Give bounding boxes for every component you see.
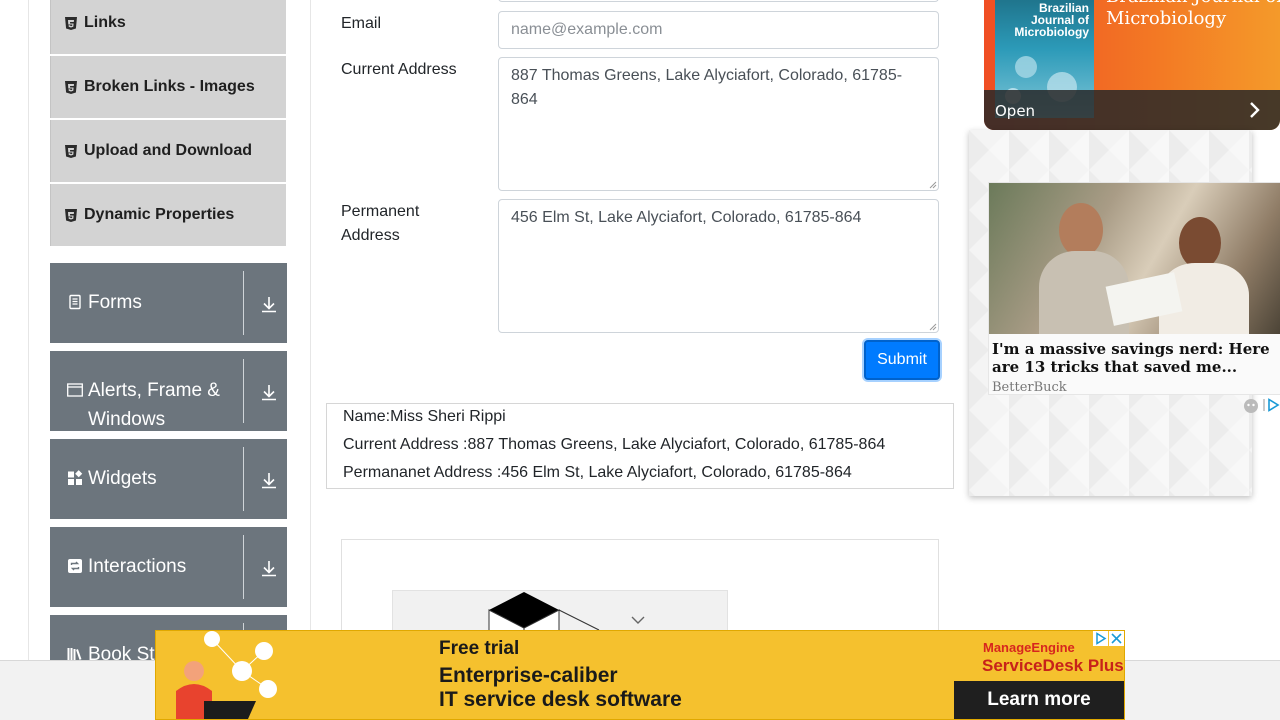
html5-icon xyxy=(65,16,77,30)
ad-close-icon[interactable] xyxy=(1109,631,1124,646)
current-address-label: Current Address xyxy=(341,61,457,78)
sidebar-group-interactions[interactable]: Interactions xyxy=(50,527,287,607)
sidebar-item-label: Upload and Download xyxy=(84,142,252,159)
interactions-icon xyxy=(67,558,83,574)
ad-choices-face-icon[interactable] xyxy=(1243,398,1259,414)
sidebar-item-broken-links[interactable]: Broken Links - Images xyxy=(50,56,286,118)
chevron-down-icon[interactable] xyxy=(631,615,645,625)
journal-ad[interactable]: Brazilian Journal of Microbiology Brazil… xyxy=(984,0,1280,130)
sidebar-item-links[interactable]: Links xyxy=(50,0,286,54)
permanent-address-label: Permanent Address xyxy=(341,203,420,244)
sidebar-item-label: Dynamic Properties xyxy=(84,206,235,223)
banner-illustration xyxy=(176,631,277,719)
resize-grip-icon[interactable] xyxy=(929,181,937,189)
resize-grip-icon[interactable] xyxy=(929,323,937,331)
html5-icon xyxy=(65,144,77,158)
output-name: Name:Miss Sheri Rippi xyxy=(343,408,506,425)
banner-line-1: Free trial xyxy=(439,638,520,659)
ad-choices-icon[interactable] xyxy=(1263,398,1280,412)
ad-info-icon[interactable] xyxy=(1093,631,1108,646)
journal-open-bar[interactable]: Open xyxy=(984,90,1280,130)
sidebar-item-dynamic-properties[interactable]: Dynamic Properties xyxy=(50,184,286,246)
submit-button[interactable]: Submit xyxy=(864,340,940,380)
window-icon xyxy=(67,382,83,398)
group-divider xyxy=(243,447,244,511)
article-photo xyxy=(989,183,1280,334)
group-divider xyxy=(243,271,244,335)
article-source: BetterBuck xyxy=(992,380,1067,395)
banner-line-2: Enterprise-caliber xyxy=(439,664,618,687)
sponsored-article-card[interactable]: I'm a massive savings nerd: Here are 13 … xyxy=(988,182,1280,395)
group-label: Alerts, Frame & Windows xyxy=(88,380,220,430)
group-label: Widgets xyxy=(88,468,157,489)
html5-icon xyxy=(65,80,77,94)
sidebar-right-border xyxy=(310,0,311,660)
output-panel: Name:Miss Sheri Rippi Current Address :8… xyxy=(326,403,954,489)
download-icon[interactable] xyxy=(259,294,279,314)
learn-more-button[interactable]: Learn more xyxy=(954,681,1124,719)
download-icon[interactable] xyxy=(259,382,279,402)
current-address-field[interactable]: 887 Thomas Greens, Lake Alyciafort, Colo… xyxy=(498,57,939,191)
output-current-address: Current Address :887 Thomas Greens, Lake… xyxy=(343,436,886,453)
banner-brand: ManageEngine xyxy=(983,640,1075,655)
html5-icon xyxy=(65,208,77,222)
group-divider xyxy=(243,535,244,599)
output-permanent-address: Permananet Address :456 Elm St, Lake Aly… xyxy=(343,464,852,481)
download-icon[interactable] xyxy=(259,558,279,578)
widgets-icon xyxy=(67,470,83,486)
chevron-right-icon[interactable] xyxy=(1249,102,1261,118)
download-icon[interactable] xyxy=(259,470,279,490)
page-left-border xyxy=(28,0,29,660)
permanent-address-field[interactable]: 456 Elm St, Lake Alyciafort, Colorado, 6… xyxy=(498,199,939,333)
document-icon xyxy=(67,294,83,310)
sidebar-group-forms[interactable]: Forms xyxy=(50,263,287,343)
banner-product: ServiceDesk Plus xyxy=(982,656,1124,675)
journal-cover-title: Brazilian Journal of Microbiology xyxy=(1014,1,1089,39)
group-label: Forms xyxy=(88,292,142,313)
sidebar-item-label: Broken Links - Images xyxy=(84,78,255,95)
group-divider xyxy=(243,359,244,423)
banner-line-3: IT service desk software xyxy=(439,688,682,711)
open-label: Open xyxy=(995,102,1036,120)
name-field-bottom-edge xyxy=(498,0,939,2)
sidebar-item-label: Links xyxy=(84,14,126,31)
group-label: Interactions xyxy=(88,556,187,577)
email-label: Email xyxy=(341,15,382,32)
article-title[interactable]: I'm a massive savings nerd: Here are 13 … xyxy=(992,340,1278,376)
sidebar-group-widgets[interactable]: Widgets xyxy=(50,439,287,519)
sidebar-group-alerts-frame-windows[interactable]: Alerts, Frame & Windows xyxy=(50,351,287,431)
journal-heading: Brazilian Journal of Microbiology xyxy=(1106,0,1280,29)
email-field[interactable] xyxy=(498,11,939,49)
servicedesk-banner-ad[interactable]: Free trial Enterprise-caliber IT service… xyxy=(155,630,1125,720)
sidebar-item-upload-download[interactable]: Upload and Download xyxy=(50,120,286,182)
